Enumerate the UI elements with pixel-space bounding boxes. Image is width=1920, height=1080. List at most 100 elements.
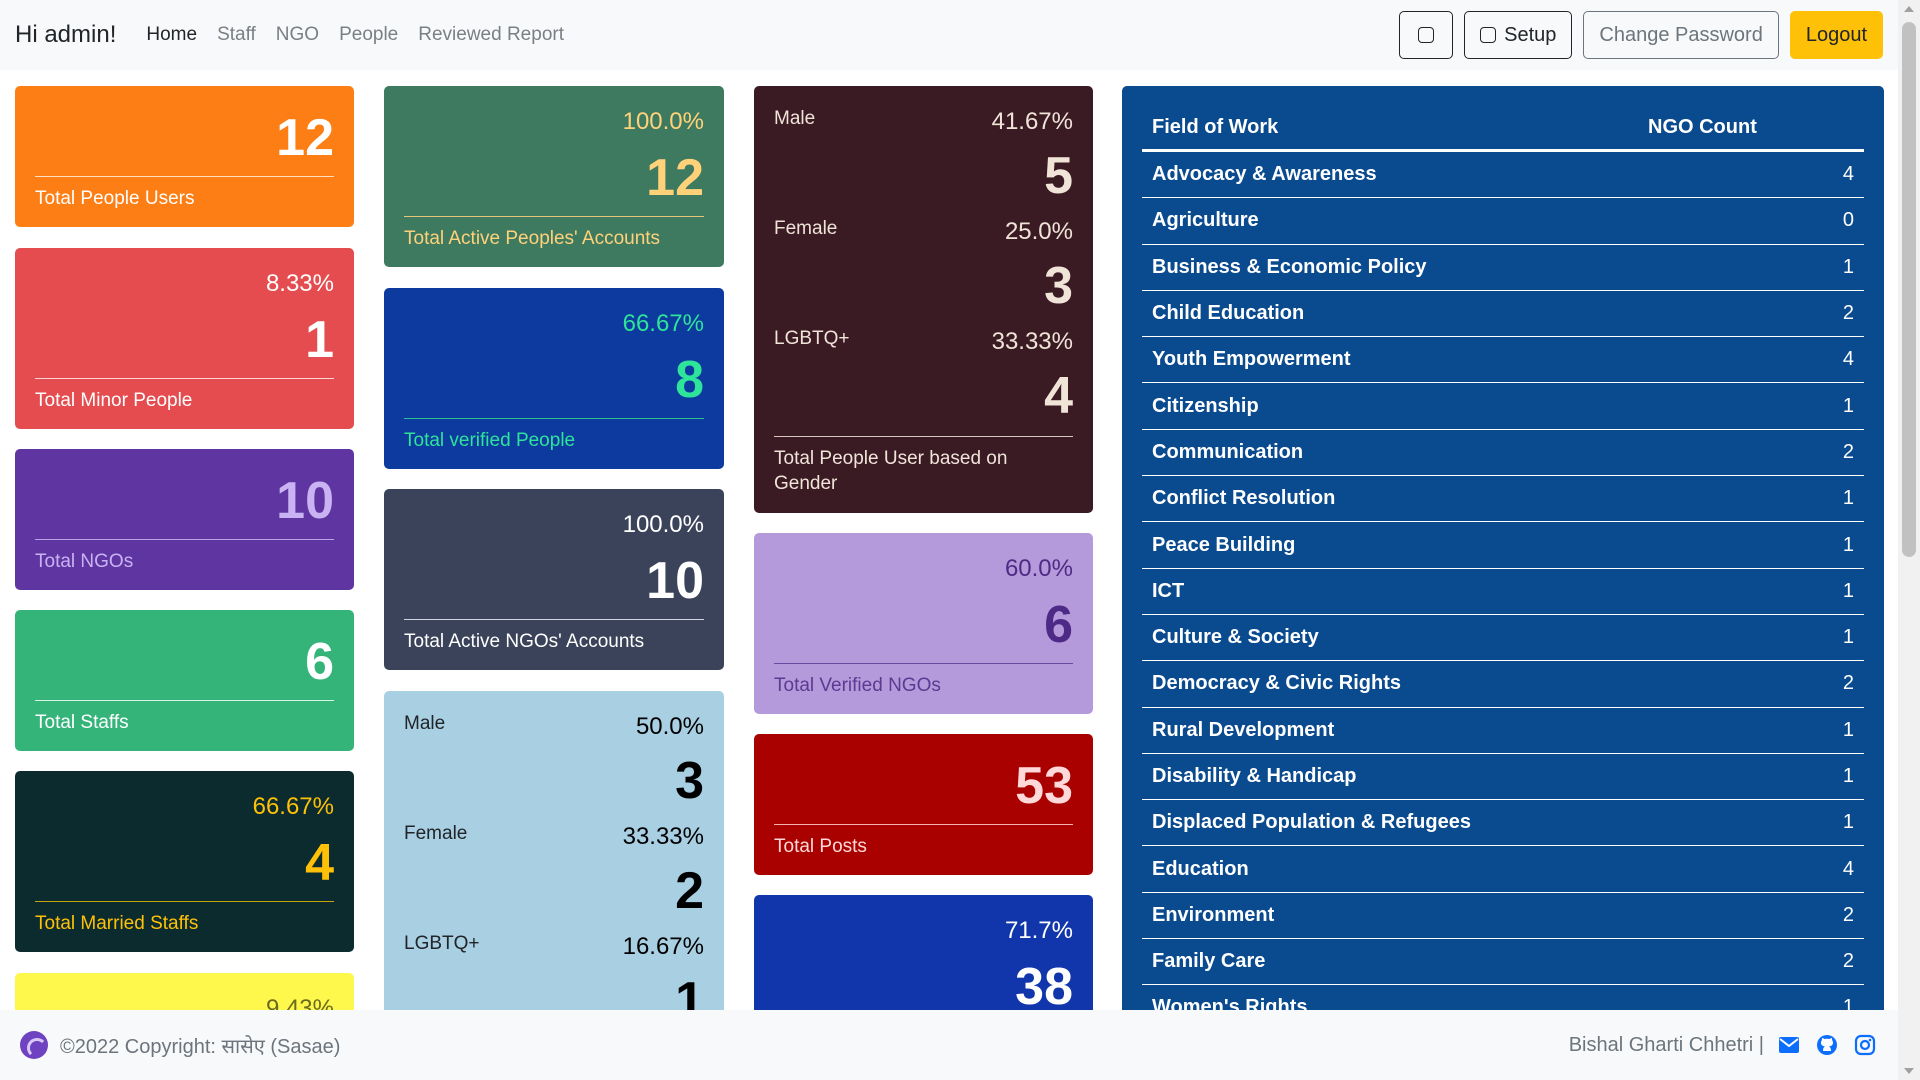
card-total-posts: 53 Total Posts xyxy=(754,734,1093,875)
copyright-text: ©2022 Copyright: सासेए (Sasae) xyxy=(60,1035,341,1058)
author-text: Bishal Gharti Chhetri | xyxy=(1568,1033,1764,1056)
setup-button[interactable]: Setup xyxy=(1464,11,1573,59)
table-row: Rural Development 1 xyxy=(1142,708,1864,754)
table-row: Culture & Society 1 xyxy=(1142,615,1864,662)
card-value: 8 xyxy=(675,351,704,409)
dashboard-main: 12 Total People Users 8.33% 1 Total Mino… xyxy=(0,70,1898,1010)
gender-female-value: 3 xyxy=(1044,257,1073,315)
table-row: Communication 2 xyxy=(1142,430,1864,477)
card-label: Total Active NGOs' Accounts xyxy=(404,631,645,652)
card-total-ngos: 10 Total NGOs xyxy=(15,449,354,590)
card-divider xyxy=(35,901,334,902)
card-value: 4 xyxy=(305,834,334,892)
card-value: 10 xyxy=(276,472,334,530)
column-header-count: NGO Count xyxy=(1648,116,1757,138)
nav-ngo[interactable]: NGO xyxy=(276,24,319,46)
gender-male-percent: 50.0% xyxy=(635,713,704,740)
card-active-ngos-accounts: 100.0% 10 Total Active NGOs' Accounts xyxy=(384,489,724,670)
card-divider xyxy=(404,418,704,419)
square-icon xyxy=(1418,27,1435,43)
card-label: Total Active Peoples' Accounts xyxy=(404,228,661,249)
ngo-count-cell: 1 xyxy=(1842,394,1854,417)
card-total-married-staffs: 66.67% 4 Total Married Staffs xyxy=(15,771,354,952)
card-value: 12 xyxy=(646,149,704,207)
card-percent: 71.7% xyxy=(1004,917,1073,944)
card-label: Total verified People xyxy=(404,430,576,451)
card-divider xyxy=(774,824,1073,825)
card-value: 6 xyxy=(1044,596,1073,654)
gender-lgbtq-label: LGBTQ+ xyxy=(404,933,480,954)
gender-female-percent: 33.33% xyxy=(622,823,704,850)
field-of-work-cell: Advocacy & Awareness xyxy=(1152,163,1377,186)
card-total-staffs: 6 Total Staffs xyxy=(15,610,354,751)
table-row: Family Care 2 xyxy=(1142,939,1864,986)
instagram-icon[interactable] xyxy=(1852,1032,1878,1058)
card-partial-col3: 71.7% 38 xyxy=(754,895,1093,1010)
card-divider xyxy=(404,619,704,620)
card-divider xyxy=(35,700,334,701)
nav-home[interactable]: Home xyxy=(146,24,197,46)
table-row: Citizenship 1 xyxy=(1142,383,1864,430)
table-row: Agriculture 0 xyxy=(1142,198,1864,245)
card-value: 6 xyxy=(305,633,334,691)
field-of-work-cell: Conflict Resolution xyxy=(1152,487,1336,510)
card-divider xyxy=(35,176,334,177)
card-divider xyxy=(35,539,334,540)
ngo-count-cell: 1 xyxy=(1842,811,1854,834)
scroll-up-arrow-icon[interactable] xyxy=(1904,6,1914,12)
scroll-down-arrow-icon[interactable] xyxy=(1904,1068,1914,1074)
table-row: Conflict Resolution 1 xyxy=(1142,476,1864,523)
nav-staff[interactable]: Staff xyxy=(217,24,256,46)
ngo-count-cell: 1 xyxy=(1842,765,1854,787)
card-total-people-users: 12 Total People Users xyxy=(15,86,354,227)
ngo-count-cell: 1 xyxy=(1842,487,1854,510)
card-label: Total Verified NGOs xyxy=(774,675,941,696)
theme-toggle-button[interactable] xyxy=(1399,11,1454,59)
ngo-count-cell: 2 xyxy=(1842,672,1854,695)
gender-lgbtq-value: 4 xyxy=(1044,367,1073,425)
nav-people[interactable]: People xyxy=(339,24,398,46)
gender-lgbtq-percent: 16.67% xyxy=(622,933,704,960)
card-people-gender: Male 41.67% 5 Female 25.0% 3 LGBTQ+ 33.3… xyxy=(754,86,1093,513)
field-of-work-table: Field of Work NGO Count Advocacy & Aware… xyxy=(1122,86,1884,1010)
square-icon xyxy=(1480,27,1497,43)
setup-label: Setup xyxy=(1504,23,1557,46)
scroll-thumb[interactable] xyxy=(1902,22,1916,557)
ngo-count-cell: 2 xyxy=(1842,302,1854,325)
field-of-work-cell: Displaced Population & Refugees xyxy=(1152,811,1471,834)
card-divider xyxy=(404,216,704,217)
table-row: Education 4 xyxy=(1142,846,1864,893)
field-of-work-cell: Disability & Handicap xyxy=(1152,765,1357,787)
gender-female-value: 2 xyxy=(675,862,704,920)
ngo-count-cell: 1 xyxy=(1842,626,1854,649)
card-verified-people: 66.67% 8 Total verified People xyxy=(384,288,724,469)
card-percent: 100.0% xyxy=(622,108,704,135)
table-row: ICT 1 xyxy=(1142,569,1864,615)
field-of-work-cell: ICT xyxy=(1152,579,1185,602)
gender-male-label: Male xyxy=(404,713,446,734)
table-row: Peace Building 1 xyxy=(1142,522,1864,569)
gender-female-percent: 25.0% xyxy=(1004,218,1073,245)
card-label: Total NGOs xyxy=(35,551,134,572)
github-icon[interactable] xyxy=(1814,1032,1840,1058)
column-header-field: Field of Work xyxy=(1152,116,1279,138)
field-of-work-cell: Education xyxy=(1152,857,1249,880)
greeting: Hi admin! xyxy=(15,21,117,48)
table-header: Field of Work NGO Count xyxy=(1142,106,1864,152)
field-of-work-cell: Peace Building xyxy=(1152,533,1296,556)
card-label: Total Minor People xyxy=(35,390,193,411)
navbar: Hi admin! Home Staff NGO People Reviewed… xyxy=(0,0,1898,70)
card-total-minor-people: 8.33% 1 Total Minor People xyxy=(15,248,354,429)
page-scrollbar[interactable] xyxy=(1898,0,1920,1080)
mail-icon[interactable] xyxy=(1776,1032,1802,1058)
nav-reviewed-report[interactable]: Reviewed Report xyxy=(418,24,564,46)
field-of-work-cell: Child Education xyxy=(1152,302,1305,325)
logout-button[interactable]: Logout xyxy=(1789,11,1883,59)
ngo-count-cell: 0 xyxy=(1842,209,1854,232)
field-of-work-cell: Agriculture xyxy=(1152,209,1259,232)
field-of-work-cell: Democracy & Civic Rights xyxy=(1152,672,1401,695)
field-of-work-cell: Women's Rights xyxy=(1152,996,1308,1010)
card-divider xyxy=(35,378,334,379)
table-row: Environment 2 xyxy=(1142,893,1864,940)
change-password-button[interactable]: Change Password xyxy=(1583,11,1779,59)
